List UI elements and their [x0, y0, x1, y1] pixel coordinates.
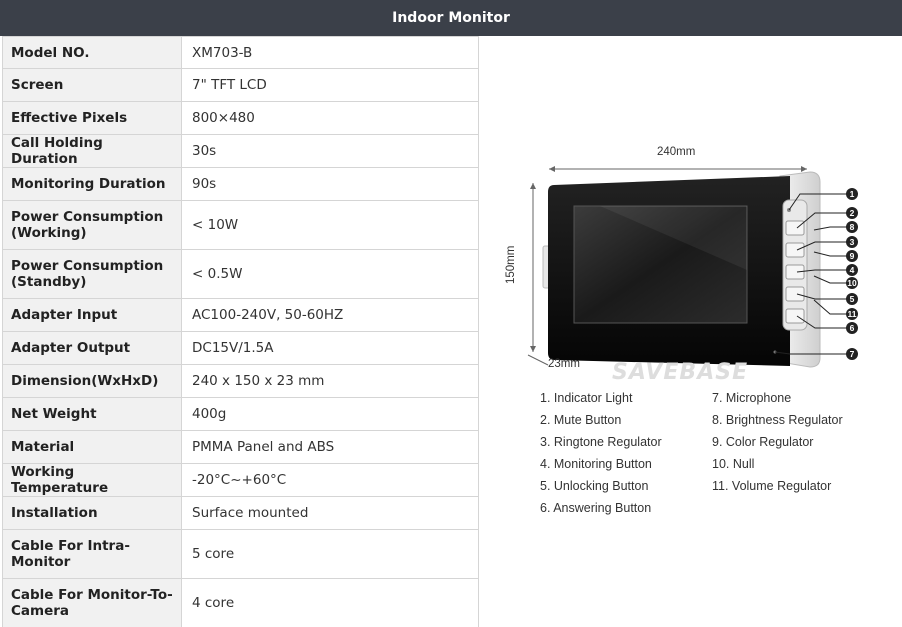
legend-item: 3. Ringtone Regulator	[540, 435, 662, 449]
legend-item: 4. Monitoring Button	[540, 457, 652, 471]
answering-button	[785, 308, 805, 324]
callout-number: 8	[850, 222, 855, 232]
legend-right: 7. Microphone 8. Brightness Regulator 9.…	[712, 387, 843, 497]
callout-number: 1	[850, 189, 855, 199]
depth-dimension	[527, 354, 549, 366]
legend-item: 9. Color Regulator	[712, 435, 814, 449]
height-label: 150mm	[505, 245, 517, 284]
legend-item: 5. Unlocking Button	[540, 479, 649, 493]
mute-button	[785, 220, 805, 236]
callout-number: 2	[850, 208, 855, 218]
callout-number: 11	[848, 309, 857, 319]
legend-item: 2. Mute Button	[540, 413, 622, 427]
callout-number: 4	[850, 265, 855, 275]
legend-item: 10. Null	[712, 457, 755, 471]
width-dimension	[549, 166, 807, 172]
legend-item: 11. Volume Regulator	[712, 479, 832, 493]
legend-item: 8. Brightness Regulator	[712, 413, 843, 427]
legend-item: 7. Microphone	[712, 391, 792, 405]
callout-number: 6	[850, 323, 855, 333]
ringtone-button	[785, 242, 805, 258]
legend-left: 1. Indicator Light 2. Mute Button 3. Rin…	[540, 387, 662, 519]
watermark: SAVEBASE	[612, 360, 749, 385]
depth-label: 23mm	[548, 358, 580, 370]
callout-number: 3	[850, 237, 855, 247]
legend-item: 1. Indicator Light	[540, 391, 633, 405]
unlocking-button	[785, 286, 805, 302]
callout-number: 10	[847, 278, 857, 288]
height-dimension	[530, 183, 536, 352]
width-label: 240mm	[657, 146, 696, 158]
monitor-illustration: 1 2 8 3 9 4 10 5 11 6 7	[527, 166, 858, 368]
callout-number: 5	[850, 294, 855, 304]
callout-number: 9	[850, 251, 855, 261]
callout-number: 7	[850, 349, 855, 359]
legend-item: 6. Answering Button	[540, 501, 652, 515]
